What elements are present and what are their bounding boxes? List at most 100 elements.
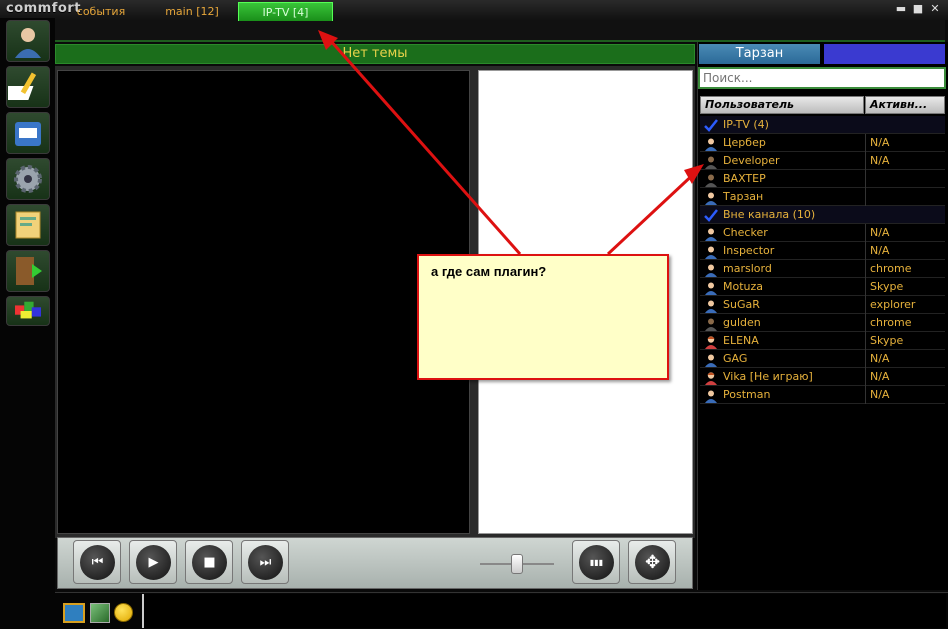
move-arrows-icon: ✥	[644, 552, 661, 573]
message-input[interactable]	[142, 594, 946, 628]
video-screen[interactable]	[57, 70, 470, 534]
user-name: Developer	[723, 154, 780, 167]
group-name: Вне канала (10)	[723, 208, 816, 221]
user-dark-icon	[704, 316, 718, 331]
next-icon: ⏭	[259, 555, 272, 570]
user-icon	[704, 262, 718, 277]
channel-topic: Нет темы	[55, 44, 695, 64]
user-row[interactable]: Checker N/A	[700, 224, 945, 242]
mailbox-icon	[15, 122, 41, 146]
tab-events[interactable]: события	[60, 2, 142, 21]
close-button[interactable]: ✕	[928, 2, 942, 16]
user-icon	[704, 244, 718, 259]
maximize-button[interactable]: ■	[911, 2, 925, 16]
user-row[interactable]: Motuza Skype	[700, 278, 945, 296]
fullscreen-button[interactable]: ✥	[628, 540, 676, 584]
user-row[interactable]: Developer N/A	[700, 152, 945, 170]
user-row[interactable]: marslord chrome	[700, 260, 945, 278]
user-name: Postman	[723, 388, 771, 401]
user-row[interactable]: Тарзан	[700, 188, 945, 206]
image-insert-icon[interactable]	[63, 603, 85, 623]
group-row[interactable]: IP-TV (4)	[700, 116, 945, 134]
tab-ip-tv[interactable]: IP-TV [4]	[238, 2, 333, 21]
user-activity	[865, 170, 945, 188]
group-row[interactable]: Вне канала (10)	[700, 206, 945, 224]
next-button[interactable]: ⏭	[241, 540, 289, 584]
user-female-icon	[704, 334, 718, 349]
user-dark-icon	[704, 154, 718, 169]
user-icon	[704, 280, 718, 295]
user-row[interactable]: Inspector N/A	[700, 242, 945, 260]
board-button[interactable]	[6, 204, 50, 246]
formatting-icon[interactable]	[90, 603, 110, 623]
user-activity: N/A	[865, 368, 945, 386]
user-activity: N/A	[865, 386, 945, 404]
group-name: IP-TV (4)	[723, 118, 769, 131]
user-list-header: Пользователь Активн...	[700, 96, 945, 114]
play-button[interactable]: ▶	[129, 540, 177, 584]
user-row[interactable]: ELENA Skype	[700, 332, 945, 350]
user-row[interactable]: BAXTEP	[700, 170, 945, 188]
user-dark-icon	[704, 172, 718, 187]
check-icon	[704, 118, 718, 132]
search-input[interactable]	[698, 67, 946, 89]
user-activity: Skype	[865, 332, 945, 350]
stop-button[interactable]: ■	[185, 540, 233, 584]
user-name: Цербер	[723, 136, 766, 149]
user-name: Vika [Не играю]	[723, 370, 813, 383]
stop-icon: ■	[203, 555, 216, 570]
channels-button[interactable]	[6, 296, 50, 326]
column-user[interactable]: Пользователь	[700, 96, 864, 114]
check-icon	[704, 208, 718, 222]
play-icon: ▶	[148, 555, 159, 570]
user-name: SuGaR	[723, 298, 760, 311]
user-activity: chrome	[865, 314, 945, 332]
user-icon	[704, 352, 718, 367]
user-row[interactable]: gulden chrome	[700, 314, 945, 332]
current-user-tab[interactable]: Тарзан	[699, 44, 820, 64]
user-activity: N/A	[865, 242, 945, 260]
user-icon	[704, 388, 718, 403]
user-female-icon	[704, 370, 718, 385]
user-name: ELENA	[723, 334, 759, 347]
user-name: Inspector	[723, 244, 775, 257]
user-name: BAXTEP	[723, 172, 766, 185]
annotation-text: а где сам плагин?	[431, 264, 547, 279]
user-name: GAG	[723, 352, 748, 365]
user-row[interactable]: Postman N/A	[700, 386, 945, 404]
user-activity: Skype	[865, 278, 945, 296]
edit-button[interactable]	[2, 66, 50, 108]
user-row[interactable]: Цербер N/A	[700, 134, 945, 152]
gear-icon	[14, 165, 42, 193]
equalizer-button[interactable]: ▮▮▮	[572, 540, 620, 584]
notice-board-icon	[15, 211, 41, 239]
user-name: Тарзан	[723, 190, 764, 203]
user-activity: N/A	[865, 224, 945, 242]
profile-button[interactable]	[6, 20, 50, 62]
user-name: Checker	[723, 226, 768, 239]
smiley-icon[interactable]	[114, 603, 133, 622]
annotation-note: а где сам плагин?	[417, 254, 669, 380]
pencil-paper-icon	[2, 72, 37, 100]
user-icon	[704, 136, 718, 151]
exit-button[interactable]	[6, 250, 50, 292]
user-icon	[704, 298, 718, 313]
minimize-button[interactable]: ▬	[894, 2, 908, 16]
user-profile-icon	[15, 28, 41, 58]
column-activity[interactable]: Активн...	[865, 96, 945, 114]
status-color-bar	[824, 44, 945, 64]
previous-button[interactable]: ⏮	[73, 540, 121, 584]
settings-button[interactable]	[6, 158, 50, 200]
user-row[interactable]: GAG N/A	[700, 350, 945, 368]
user-activity: N/A	[865, 152, 945, 170]
user-activity: chrome	[865, 260, 945, 278]
mail-button[interactable]	[6, 112, 50, 154]
tab-main[interactable]: main [12]	[148, 2, 236, 21]
user-activity: N/A	[865, 350, 945, 368]
volume-slider-thumb[interactable]	[511, 554, 523, 574]
user-row[interactable]: SuGaR explorer	[700, 296, 945, 314]
user-name: Motuza	[723, 280, 764, 293]
user-icon	[704, 190, 718, 205]
door-exit-icon	[16, 257, 42, 285]
user-row[interactable]: Vika [Не играю] N/A	[700, 368, 945, 386]
